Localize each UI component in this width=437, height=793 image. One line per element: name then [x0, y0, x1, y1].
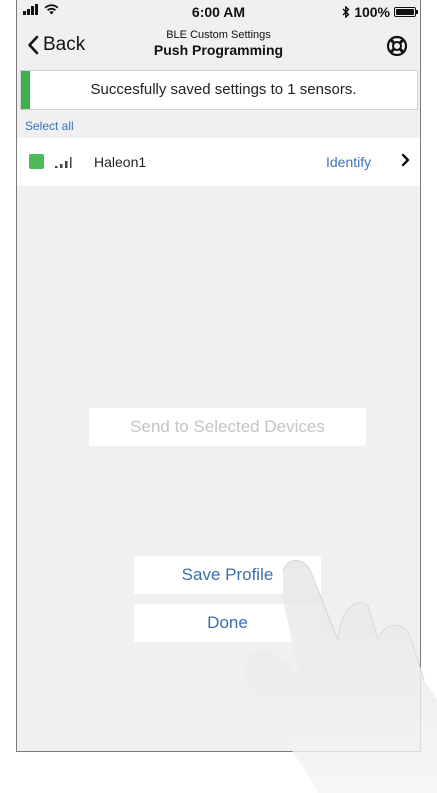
page-title: Push Programming: [153, 42, 284, 58]
phone-screen: 6:00 AM 100% Back BLE Custom Settings Pu…: [16, 0, 421, 752]
status-bar: 6:00 AM 100%: [17, 0, 420, 22]
banner-message: Succesfully saved settings to 1 sensors.: [90, 81, 357, 98]
lifebuoy-icon: [386, 35, 408, 57]
device-checkbox[interactable]: [29, 154, 44, 169]
chevron-right-icon[interactable]: [401, 153, 410, 172]
done-button[interactable]: Done: [134, 604, 321, 642]
help-button[interactable]: [386, 35, 408, 62]
navigation-bar: Back BLE Custom Settings Push Programmin…: [17, 22, 420, 70]
select-all-link[interactable]: Select all: [25, 119, 74, 133]
battery-icon: [394, 7, 418, 17]
status-right: 100%: [342, 4, 418, 20]
identify-button[interactable]: Identify: [326, 154, 371, 170]
send-to-selected-button[interactable]: Send to Selected Devices: [89, 408, 366, 446]
nav-subtitle: BLE Custom Settings: [166, 29, 271, 41]
save-profile-button[interactable]: Save Profile: [134, 556, 321, 594]
banner-accent: [21, 71, 30, 109]
device-name: Haleon1: [94, 154, 147, 170]
battery-percent: 100%: [354, 4, 390, 20]
success-banner: Succesfully saved settings to 1 sensors.: [20, 70, 418, 110]
bluetooth-icon: [342, 6, 350, 18]
nav-title: BLE Custom Settings Push Programming: [17, 29, 420, 59]
device-row[interactable]: Haleon1 Identify: [17, 138, 420, 186]
signal-strength-icon: [55, 157, 72, 168]
